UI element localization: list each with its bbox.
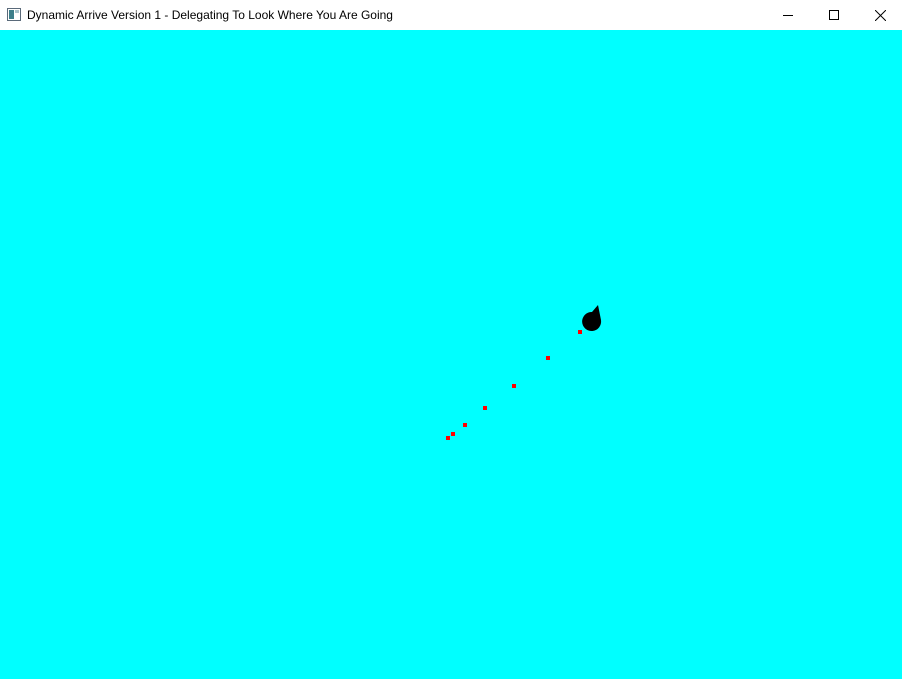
app-window: Dynamic Arrive Version 1 - Delegating To… — [0, 0, 902, 679]
app-icon — [7, 8, 21, 21]
close-button[interactable] — [857, 0, 902, 30]
close-icon — [874, 9, 886, 21]
scene-background — [0, 30, 902, 679]
maximize-button[interactable] — [811, 0, 857, 30]
simulation-scene — [0, 30, 902, 679]
trail-dot — [463, 423, 467, 427]
trail-dot — [451, 432, 455, 436]
minimize-icon — [783, 15, 793, 16]
trail-dot — [578, 330, 582, 334]
trail-dot — [546, 356, 550, 360]
trail-dot — [512, 384, 516, 388]
maximize-icon — [829, 10, 839, 20]
minimize-button[interactable] — [765, 0, 811, 30]
title-bar[interactable]: Dynamic Arrive Version 1 - Delegating To… — [0, 0, 902, 30]
trail-dot — [483, 406, 487, 410]
trail-dot — [446, 436, 450, 440]
window-title: Dynamic Arrive Version 1 - Delegating To… — [27, 8, 393, 22]
simulation-canvas[interactable] — [0, 30, 902, 679]
